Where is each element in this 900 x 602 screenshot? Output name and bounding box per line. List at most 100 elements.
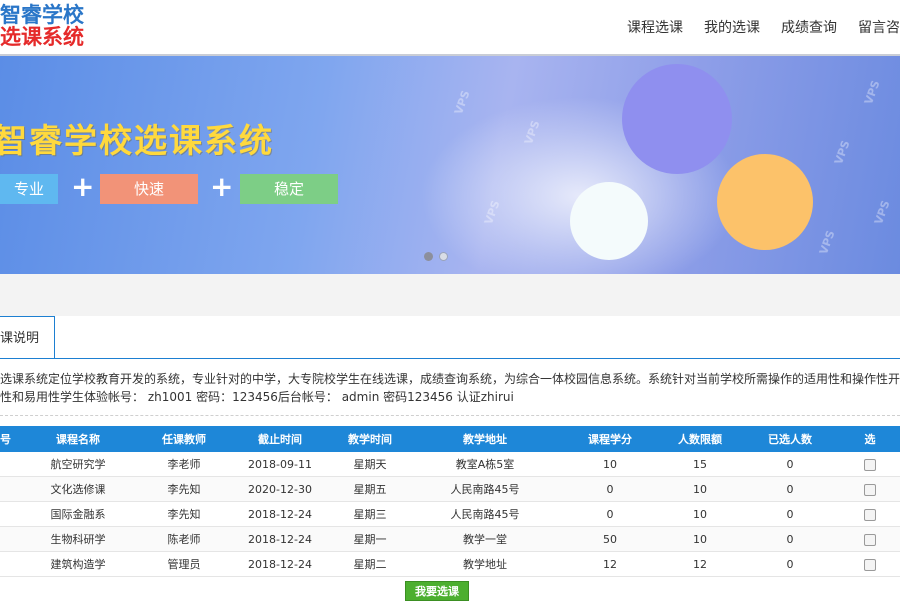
description-line-1: 选课系统定位学校教育开发的系统，专业针对的中学，大专院校学生在线选课，成绩查询系… [0,372,900,386]
col-header-credits: 课程学分 [560,426,660,452]
banner-watermark: VPS [871,198,893,227]
cell-select [840,501,900,527]
cell-select [840,551,900,577]
cell-index [0,476,18,502]
nav-message[interactable]: 留言咨 [858,17,900,37]
nav-my-courses[interactable]: 我的选课 [704,17,760,37]
cell-teaching-time: 星期一 [330,526,410,552]
cell-deadline: 2018-09-11 [230,452,330,477]
cell-enrolled: 0 [740,526,840,552]
col-header-teaching-time: 教学时间 [330,426,410,452]
col-header-index: 号 [0,426,18,452]
cell-capacity: 15 [660,452,740,477]
banner-watermark: VPS [451,88,473,117]
site-logo[interactable]: 智睿学校 选课系统 [0,4,84,48]
carousel-dot-1[interactable] [424,252,433,261]
table-row: 航空研究学 李老师 2018-09-11 星期天 教室A栋5室 10 15 0 [0,452,900,477]
main-nav: 课程选课 我的选课 成绩查询 留言咨 [627,0,900,54]
submit-selection-button[interactable]: 我要选课 [405,581,469,601]
cell-credits: 12 [560,551,660,577]
table-row: 建筑构造学 管理员 2018-12-24 星期二 教学地址 12 12 0 [0,551,900,577]
course-select-checkbox[interactable] [864,508,876,521]
banner-tag-stable: 稳定 [240,174,338,204]
banner-purple-circle [622,64,732,174]
cell-capacity: 10 [660,476,740,502]
cell-credits: 0 [560,501,660,527]
banner-watermark: VPS [816,228,838,257]
cell-teaching-address: 人民南路45号 [410,501,560,527]
cell-select [840,476,900,502]
banner-tag-professional: 专业 [0,174,58,204]
cell-select [840,452,900,477]
logo-line-2: 选课系统 [0,25,84,49]
cell-index [0,501,18,527]
col-header-select: 选 [840,426,900,452]
nav-course-selection[interactable]: 课程选课 [627,17,683,37]
cell-teacher: 李先知 [138,476,230,502]
col-header-teaching-address: 教学地址 [410,426,560,452]
carousel-dot-2[interactable] [439,252,448,261]
nav-grade-query[interactable]: 成绩查询 [781,17,837,37]
dashed-divider [0,415,900,416]
system-description: 选课系统定位学校教育开发的系统，专业针对的中学，大专院校学生在线选课，成绩查询系… [0,370,900,406]
col-header-course-name: 课程名称 [18,426,138,452]
cell-teaching-address: 人民南路45号 [410,476,560,502]
cell-course-name: 国际金融系 [18,501,138,527]
course-select-checkbox[interactable] [864,533,876,546]
col-header-teacher: 任课教师 [138,426,230,452]
cell-teaching-address: 教学地址 [410,551,560,577]
cell-teaching-time: 星期五 [330,476,410,502]
cell-credits: 10 [560,452,660,477]
banner-watermark: VPS [861,78,883,107]
cell-enrolled: 0 [740,551,840,577]
course-select-checkbox[interactable] [864,458,876,471]
hero-banner: VPS VPS VPS VPS VPS VPS VPS 智睿学校选课系统 专业 … [0,56,900,274]
col-header-enrolled: 已选人数 [740,426,840,452]
cell-teacher: 管理员 [138,551,230,577]
cell-capacity: 10 [660,526,740,552]
cell-index [0,526,18,552]
banner-title: 智睿学校选课系统 [0,121,274,160]
cell-deadline: 2018-12-24 [230,551,330,577]
tab-course-instructions[interactable]: 课说明 [0,316,55,358]
cell-index [0,452,18,477]
cell-deadline: 2018-12-24 [230,526,330,552]
cell-teaching-time: 星期天 [330,452,410,477]
col-header-deadline: 截止时间 [230,426,330,452]
course-select-checkbox[interactable] [864,558,876,571]
cell-teaching-address: 教学一堂 [410,526,560,552]
cell-capacity: 10 [660,501,740,527]
cell-teacher: 李老师 [138,452,230,477]
table-row: 生物科研学 陈老师 2018-12-24 星期一 教学一堂 50 10 0 [0,526,900,552]
col-header-capacity: 人数限额 [660,426,740,452]
separator-strip [0,274,900,316]
plus-icon: + [71,170,95,203]
cell-course-name: 生物科研学 [18,526,138,552]
cell-index [0,551,18,577]
cell-credits: 50 [560,526,660,552]
cell-course-name: 航空研究学 [18,452,138,477]
cell-teaching-address: 教室A栋5室 [410,452,560,477]
cell-select [840,526,900,552]
course-select-checkbox[interactable] [864,483,876,496]
plus-icon: + [210,170,234,203]
carousel-indicators [424,252,448,261]
top-header: 智睿学校 选课系统 课程选课 我的选课 成绩查询 留言咨 [0,0,900,56]
cell-enrolled: 0 [740,476,840,502]
course-table: 号 课程名称 任课教师 截止时间 教学时间 教学地址 课程学分 人数限额 已选人… [0,426,900,577]
cell-deadline: 2018-12-24 [230,501,330,527]
cell-teaching-time: 星期三 [330,501,410,527]
cell-course-name: 建筑构造学 [18,551,138,577]
cell-enrolled: 0 [740,501,840,527]
banner-orange-circle [717,154,813,250]
description-line-2: 性和易用性学生体验帐号： zh1001 密码：123456后台帐号： admin… [0,390,514,404]
banner-white-circle [570,182,648,260]
cell-deadline: 2020-12-30 [230,476,330,502]
table-row: 国际金融系 李先知 2018-12-24 星期三 人民南路45号 0 10 0 [0,501,900,527]
cell-capacity: 12 [660,551,740,577]
cell-enrolled: 0 [740,452,840,477]
cell-credits: 0 [560,476,660,502]
banner-watermark: VPS [831,138,853,167]
cell-teacher: 李先知 [138,501,230,527]
logo-line-1: 智睿学校 [0,3,84,27]
